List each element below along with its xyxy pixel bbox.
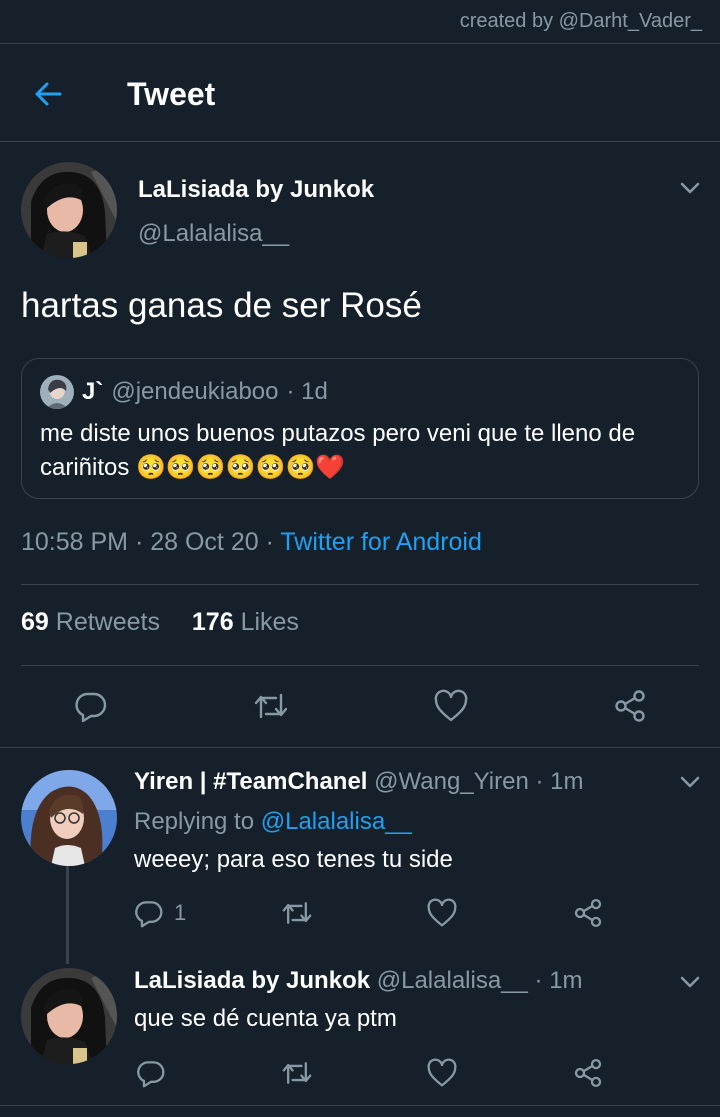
reply-icon — [137, 1061, 165, 1088]
actions-divider — [0, 747, 720, 748]
reply-button[interactable] — [70, 686, 112, 726]
quoted-text-line: me diste unos buenos putazos pero veni q… — [40, 420, 636, 447]
tweet-options-button[interactable] — [678, 176, 702, 205]
reply-options-button[interactable] — [678, 970, 702, 999]
quoted-tweet-time: · 1d — [286, 378, 328, 405]
reply-header: Yiren | #TeamChanel @Wang_Yiren · 1m — [134, 766, 583, 798]
reply-author-name[interactable]: Yiren | #TeamChanel — [134, 768, 367, 795]
quoted-author-name: J` — [82, 378, 104, 405]
tweet-meta: 10:58 PM · 28 Oct 20 · Twitter for Andro… — [21, 528, 482, 557]
chevron-down-icon — [680, 776, 700, 788]
quoted-tweet-header: J` @jendeukiaboo · 1d — [40, 375, 328, 409]
reply-retweet-button[interactable] — [278, 1056, 316, 1090]
reply-options-button[interactable] — [678, 770, 702, 799]
reply-header: LaLisiada by Junkok @Lalalalisa__ · 1m — [134, 965, 583, 997]
reply-text: weeey; para eso tenes tu side — [134, 846, 453, 873]
replying-to-line: Replying to @Lalalalisa__ — [134, 806, 412, 838]
reply-icon — [75, 692, 107, 723]
reply-share-button[interactable] — [570, 1056, 606, 1090]
arrow-left-icon — [35, 82, 62, 106]
like-button[interactable] — [430, 686, 472, 726]
reply-time: · 1m — [534, 967, 583, 994]
top-divider — [0, 43, 720, 44]
stats-divider — [21, 665, 699, 666]
retweet-icon — [282, 1062, 312, 1084]
replying-to-prefix: Replying to — [134, 808, 255, 835]
share-button[interactable] — [609, 686, 651, 726]
share-icon — [574, 898, 602, 928]
retweets-label: Retweets — [55, 608, 160, 636]
tweet-timestamp: 10:58 PM · 28 Oct 20 · — [21, 528, 274, 556]
share-icon — [615, 690, 645, 722]
quoted-author-handle: @jendeukiaboo — [111, 378, 279, 405]
reply-like-button[interactable] — [424, 1056, 460, 1090]
reply-count: 1 — [174, 900, 187, 925]
chevron-down-icon — [680, 182, 700, 194]
reply-retweet-button[interactable] — [278, 896, 316, 930]
heart-icon — [434, 689, 468, 722]
author-avatar[interactable] — [21, 162, 117, 258]
retweet-icon — [282, 902, 312, 924]
retweet-button[interactable] — [250, 686, 292, 726]
reply-author-handle[interactable]: @Wang_Yiren — [374, 768, 529, 795]
reply-author-handle[interactable]: @Lalalalisa__ — [377, 967, 528, 994]
share-icon — [574, 1058, 602, 1088]
quoted-tweet-card[interactable]: J` @jendeukiaboo · 1d me diste unos buen… — [21, 358, 699, 499]
tweet-stats: 69 Retweets 176 Likes — [21, 608, 299, 637]
header-divider — [0, 141, 720, 142]
bottom-divider — [0, 1105, 720, 1106]
reply-avatar[interactable] — [21, 968, 117, 1064]
quoted-text-line: cariñitos 🥺🥺🥺🥺🥺🥺❤️ — [40, 454, 346, 481]
replying-to-link[interactable]: @Lalalalisa__ — [261, 808, 412, 835]
reply-avatar[interactable] — [21, 770, 117, 866]
credit-text: created by @Darht_Vader_ — [459, 10, 702, 32]
reply-like-button[interactable] — [424, 896, 460, 930]
quoted-tweet-text: me diste unos buenos putazos pero veni q… — [40, 417, 690, 485]
author-name[interactable]: LaLisiada by Junkok — [138, 176, 374, 204]
meta-divider — [21, 584, 699, 585]
page-title: Tweet — [127, 76, 216, 112]
author-handle[interactable]: @Lalalalisa__ — [138, 220, 289, 248]
reply-author-name[interactable]: LaLisiada by Junkok — [134, 967, 370, 994]
reply-time: · 1m — [535, 768, 584, 795]
reply-reply-button[interactable] — [134, 1056, 168, 1090]
reply-share-button[interactable] — [570, 896, 606, 930]
retweet-icon — [254, 693, 288, 719]
thread-line — [66, 866, 69, 964]
back-button[interactable] — [28, 74, 68, 114]
tweet-text: hartas ganas de ser Rosé — [21, 286, 422, 325]
reply-reply-button[interactable]: 1 — [134, 896, 186, 930]
likes-label: Likes — [240, 608, 299, 636]
likes-stat[interactable]: 176 Likes — [192, 608, 299, 636]
likes-count: 176 — [191, 608, 234, 636]
quoted-author-avatar — [40, 375, 74, 409]
reply-icon — [135, 901, 163, 928]
chevron-down-icon — [680, 976, 700, 988]
reply-text: que se dé cuenta ya ptm — [134, 1005, 397, 1032]
heart-icon — [427, 898, 457, 927]
retweets-count: 69 — [21, 608, 49, 636]
tweet-source-link[interactable]: Twitter for Android — [280, 528, 481, 556]
retweets-stat[interactable]: 69 Retweets — [21, 608, 160, 636]
heart-icon — [427, 1058, 457, 1087]
